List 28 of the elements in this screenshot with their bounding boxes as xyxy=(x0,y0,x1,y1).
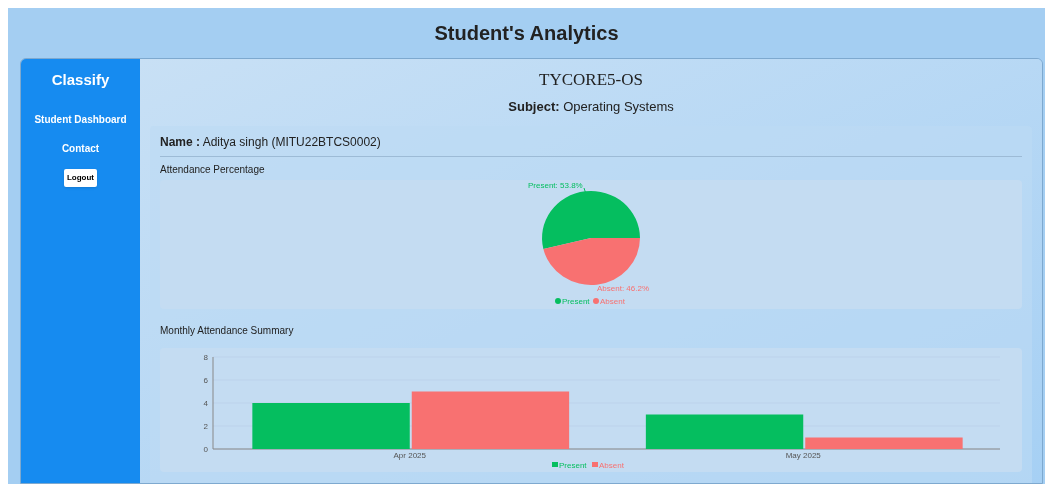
slice-label: Present: 53.8% xyxy=(528,181,583,190)
section-title: Monthly Attendance Summary xyxy=(160,324,295,338)
subject-text: Subject: Operating Systems xyxy=(508,97,674,116)
axis-tick: 4 xyxy=(203,399,208,408)
section-title: Attendance Percentage xyxy=(160,163,266,177)
nav-link[interactable]: Contact xyxy=(61,140,100,156)
axis-tick: 6 xyxy=(203,376,208,385)
legend-label: Present xyxy=(559,461,588,470)
axis-label: May 2025 xyxy=(785,451,821,460)
brand-name: Classify xyxy=(51,70,110,90)
axis-label: Apr 2025 xyxy=(393,451,426,460)
leader-line xyxy=(583,187,587,195)
legend-label: Absent xyxy=(600,297,626,306)
legend-item: Present xyxy=(552,461,587,470)
course-code: TYCORE5-OS xyxy=(539,69,643,91)
logout-button[interactable]: Logout xyxy=(63,168,98,187)
axis-tick: 0 xyxy=(203,445,208,454)
legend-label: Absent xyxy=(599,461,625,470)
axis-tick: 8 xyxy=(203,353,208,362)
legend-item: Absent xyxy=(593,297,625,306)
student-name: Name : Aditya singh (MITU22BTCS0002) xyxy=(160,133,1022,157)
nav-link[interactable]: Student Dashboard xyxy=(34,111,127,127)
legend-label: Present xyxy=(562,297,591,306)
page-title: Student's Analytics xyxy=(434,21,619,46)
legend-item: Absent xyxy=(592,461,624,470)
legend-item: Present xyxy=(555,297,590,306)
axis-tick: 2 xyxy=(203,422,208,431)
slice-label: Absent: 46.2% xyxy=(597,284,650,293)
